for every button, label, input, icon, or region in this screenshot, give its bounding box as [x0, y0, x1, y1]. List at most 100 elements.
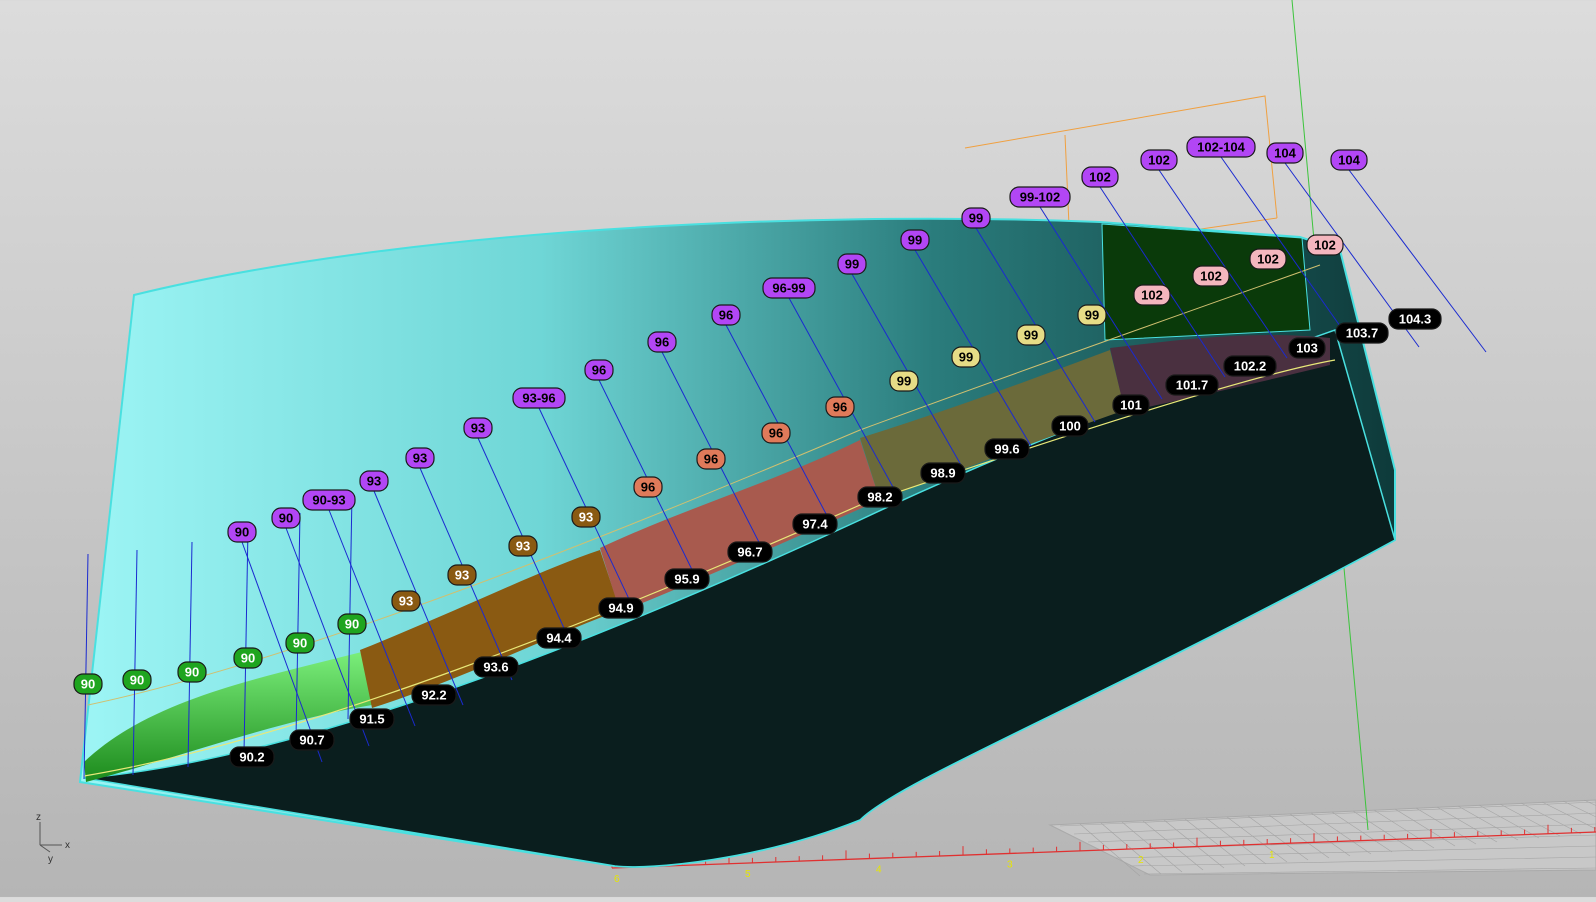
station-label: 104 — [1266, 142, 1304, 164]
label-text: 102 — [1257, 252, 1279, 267]
3d-viewport[interactable]: 6 5 4 3 2 1 z x y 90 90 90 90 90 90 90 90 90-93 93 93 93… — [0, 0, 1596, 897]
station-label: 99 — [1077, 304, 1107, 326]
label-text: 90 — [185, 665, 199, 680]
station-label: 94.9 — [598, 597, 644, 619]
station-label: 96 — [696, 448, 726, 470]
station-label: 98.2 — [857, 486, 903, 508]
label-text: 92.2 — [421, 688, 446, 703]
station-label: 93 — [508, 535, 538, 557]
label-text: 96 — [641, 480, 655, 495]
axis-y-label: y — [48, 854, 53, 865]
station-label: 93.6 — [473, 656, 519, 678]
station-label: 90.7 — [289, 729, 335, 751]
label-text: 96 — [704, 452, 718, 467]
station-label: 99-102 — [1009, 186, 1071, 208]
station-label: 103 — [1288, 337, 1326, 359]
station-label: 90 — [122, 669, 152, 691]
station-label: 96.7 — [727, 541, 773, 563]
label-text: 102-104 — [1197, 140, 1245, 155]
label-text: 90 — [279, 511, 293, 526]
station-label: 93 — [359, 470, 389, 492]
axis-x-label: x — [65, 840, 70, 851]
label-text: 90 — [130, 673, 144, 688]
view-axes-indicator: z x y — [36, 812, 70, 865]
station-label: 101.7 — [1165, 374, 1219, 396]
station-label: 99 — [889, 370, 919, 392]
station-label: 90.2 — [229, 746, 275, 768]
station-label: 103.7 — [1335, 322, 1389, 344]
label-text: 95.9 — [674, 572, 699, 587]
ruler-label: 5 — [745, 869, 751, 880]
label-text: 99 — [845, 257, 859, 272]
station-label: 96 — [825, 396, 855, 418]
label-text: 99.6 — [994, 442, 1019, 457]
station-label: 93 — [391, 590, 421, 612]
station-label: 104.3 — [1388, 308, 1442, 330]
label-text: 104 — [1274, 146, 1296, 161]
label-text: 90 — [241, 651, 255, 666]
ruler-label: 2 — [1138, 855, 1144, 866]
label-text: 93 — [455, 568, 469, 583]
station-label: 96 — [711, 304, 741, 326]
station-label: 99.6 — [984, 438, 1030, 460]
label-text: 93.6 — [483, 660, 508, 675]
label-text: 90 — [81, 677, 95, 692]
label-text: 90.7 — [299, 733, 324, 748]
construction-grid — [1048, 799, 1596, 877]
label-text: 103.7 — [1346, 326, 1379, 341]
label-text: 99 — [1024, 328, 1038, 343]
label-text: 102 — [1314, 238, 1336, 253]
label-text: 99 — [1085, 308, 1099, 323]
label-text: 98.9 — [930, 466, 955, 481]
station-label: 93 — [405, 447, 435, 469]
station-label: 97.4 — [792, 513, 838, 535]
label-text: 90 — [345, 617, 359, 632]
ruler-label: 6 — [614, 874, 620, 885]
station-label: 90 — [233, 647, 263, 669]
label-text: 100 — [1059, 419, 1081, 434]
ruler-label: 3 — [1007, 860, 1013, 871]
station-label: 90 — [271, 507, 301, 529]
label-text: 99 — [959, 350, 973, 365]
station-label: 90 — [285, 632, 315, 654]
station-label: 102 — [1249, 248, 1287, 270]
station-label: 99 — [1016, 324, 1046, 346]
label-text: 102 — [1089, 170, 1111, 185]
station-label: 96 — [633, 476, 663, 498]
station-label: 93-96 — [512, 387, 566, 409]
station-label: 102 — [1133, 284, 1171, 306]
station-label: 99 — [951, 346, 981, 368]
label-text: 93 — [367, 474, 381, 489]
label-text: 90.2 — [239, 750, 264, 765]
label-text: 90 — [235, 525, 249, 540]
station-label: 102 — [1081, 166, 1119, 188]
label-text: 102 — [1148, 153, 1170, 168]
station-label: 91.5 — [349, 708, 395, 730]
station-label: 96 — [584, 359, 614, 381]
label-text: 104 — [1338, 153, 1360, 168]
station-label: 90 — [73, 673, 103, 695]
station-label: 90 — [227, 521, 257, 543]
label-text: 96-99 — [772, 281, 805, 296]
station-label: 98.9 — [920, 462, 966, 484]
station-label: 94.4 — [536, 627, 582, 649]
station-label: 104 — [1330, 149, 1368, 171]
station-label: 95.9 — [664, 568, 710, 590]
label-text: 103 — [1296, 341, 1318, 356]
label-text: 96 — [833, 400, 847, 415]
station-label: 90 — [177, 661, 207, 683]
station-label: 102 — [1306, 234, 1344, 256]
station-label: 99 — [961, 207, 991, 229]
station-label: 92.2 — [411, 684, 457, 706]
label-text: 90 — [293, 636, 307, 651]
station-label: 93 — [571, 506, 601, 528]
label-text: 102 — [1141, 288, 1163, 303]
axis-z-label: z — [36, 812, 41, 823]
label-text: 101 — [1120, 398, 1142, 413]
label-text: 96 — [592, 363, 606, 378]
label-text: 96.7 — [737, 545, 762, 560]
station-label: 93 — [463, 417, 493, 439]
label-text: 93-96 — [522, 391, 555, 406]
station-label: 102 — [1140, 149, 1178, 171]
station-label: 101 — [1112, 394, 1150, 416]
